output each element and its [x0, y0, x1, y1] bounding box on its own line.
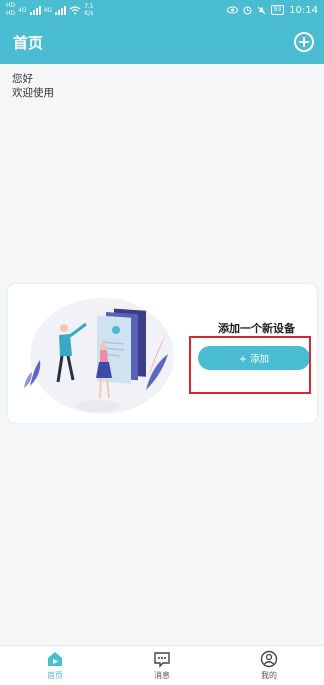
greeting-line1: 您好: [12, 73, 33, 85]
status-right: 93 10:14: [226, 4, 318, 16]
nav-label-profile: 我的: [261, 671, 277, 680]
add-device-card: 添加一个新设备 + 添加: [8, 284, 317, 423]
sim-labels: HD HD: [6, 2, 15, 18]
battery-icon: 93: [270, 5, 285, 15]
status-bar: HD HD 4G 4G 7.1 K/s 93 10:14: [0, 0, 324, 20]
signal-icon: [29, 5, 41, 15]
wifi-icon: [69, 5, 81, 14]
speed-value: 7.1: [84, 3, 94, 10]
sim1-label: HD: [6, 2, 16, 9]
profile-icon: [260, 650, 278, 668]
net2-label: 4G: [43, 6, 53, 14]
nav-item-profile[interactable]: 我的: [239, 646, 299, 685]
nav-item-messages[interactable]: 消息: [132, 646, 192, 685]
status-left: HD HD 4G 4G 7.1 K/s: [6, 2, 94, 18]
nav-label-home: 首页: [47, 671, 63, 680]
eye-icon: [226, 6, 238, 14]
sim2-label: HD: [6, 10, 16, 17]
nav-item-home[interactable]: 首页: [25, 646, 85, 685]
net1-label: 4G: [18, 6, 27, 14]
mute-icon: [257, 6, 265, 14]
bottom-nav: 首页 消息 我的: [0, 645, 324, 685]
page-title: 首页: [13, 33, 44, 52]
network-speed: 7.1 K/s: [84, 3, 94, 17]
highlight-box: [189, 336, 311, 394]
plus-circle-icon[interactable]: [294, 32, 314, 52]
signal-icon-2: [55, 5, 67, 15]
home-icon: [48, 652, 62, 666]
add-device-title: 添加一个新设备: [218, 322, 295, 335]
app-bar: 首页: [0, 20, 324, 64]
add-device-illustration: [24, 298, 174, 414]
greeting-line2: 欢迎使用: [12, 87, 54, 99]
clock: 10:14: [289, 4, 318, 16]
speed-unit: K/s: [84, 10, 94, 17]
nav-label-messages: 消息: [154, 671, 170, 680]
alarm-icon: [243, 6, 252, 14]
greeting: 您好 欢迎使用: [12, 72, 54, 100]
message-icon: [154, 652, 170, 668]
